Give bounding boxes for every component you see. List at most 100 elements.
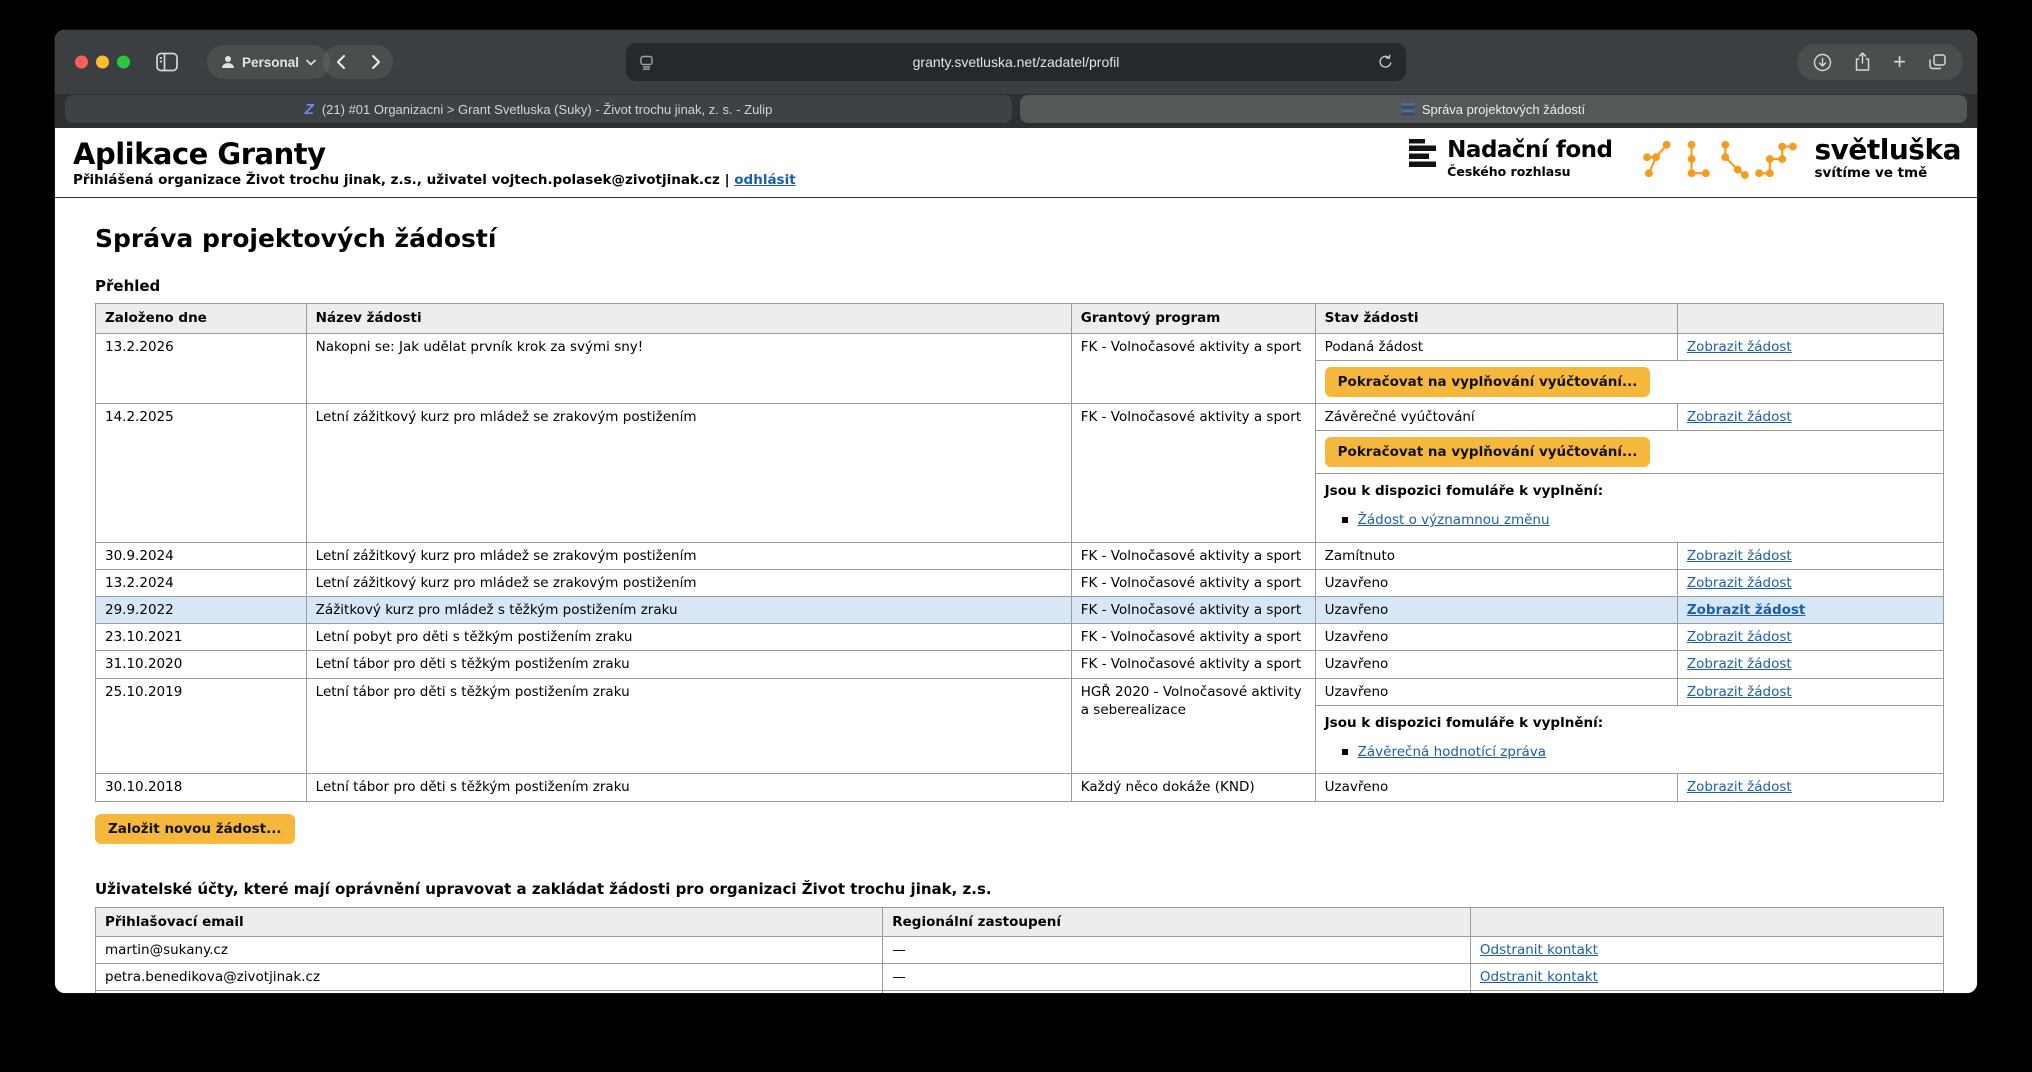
cell-program: FK - Volnočasové aktivity a sport xyxy=(1071,403,1315,542)
col-header-actions xyxy=(1470,907,1943,936)
profile-switcher[interactable]: Personal xyxy=(207,45,330,79)
users-section-heading: Uživatelské účty, které mají oprávnění u… xyxy=(95,880,1944,898)
back-icon[interactable] xyxy=(336,54,346,70)
cell-name: Letní pobyt pro děti s těžkým postižením… xyxy=(306,624,1071,651)
cell-date: 31.10.2020 xyxy=(96,651,307,678)
cell-email: vojtech.polasek@zivotjinak.cz xyxy=(96,991,883,993)
cell-status: Uzavřeno xyxy=(1315,569,1677,596)
page-settings-icon[interactable] xyxy=(639,55,654,70)
login-info-text: Přihlášená organizace Život trochu jinak… xyxy=(73,172,730,188)
table-row: 25.10.2019 Letní tábor pro děti s těžkým… xyxy=(96,678,1944,705)
app-header: Aplikace Granty Přihlášená organizace Ži… xyxy=(55,128,1977,198)
cro-logo: Nadační fond Českého rozhlasu xyxy=(1409,139,1612,179)
cell-forms: Jsou k dispozici fomuláře k vyplnění: Zá… xyxy=(1315,705,1943,773)
cell-status: Závěrečné vyúčtování xyxy=(1315,403,1677,430)
safari-window: Personal xyxy=(55,30,1977,993)
svetluska-logo-line2: svítíme ve tmě xyxy=(1814,165,1961,181)
applications-table-header-row: Založeno dne Název žádosti Grantový prog… xyxy=(96,304,1944,333)
tab-overview-icon[interactable] xyxy=(1928,53,1947,71)
cell-date: 30.10.2018 xyxy=(96,774,307,801)
view-application-link[interactable]: Zobrazit žádost xyxy=(1687,684,1792,700)
view-application-link[interactable]: Zobrazit žádost xyxy=(1687,602,1806,618)
close-window-button[interactable] xyxy=(75,56,88,69)
col-header-name: Název žádosti xyxy=(306,304,1071,333)
cell-date: 13.2.2024 xyxy=(96,569,307,596)
cell-name: Letní zážitkový kurz pro mládež se zrako… xyxy=(306,569,1071,596)
col-header-region: Regionální zastoupení xyxy=(883,907,1471,936)
cell-actions: Zobrazit žádost xyxy=(1677,678,1943,705)
cell-continue: Pokračovat na vyplňování vyúčtování... xyxy=(1315,431,1943,474)
share-icon[interactable] xyxy=(1854,52,1871,72)
table-row: martin@sukany.cz — Odstranit kontakt xyxy=(96,936,1944,963)
cell-date: 30.9.2024 xyxy=(96,542,307,569)
svetluska-constellation-icon xyxy=(1640,137,1800,181)
tab-title: Správa projektových žádostí xyxy=(1422,102,1585,117)
list-item: Žádost o významnou změnu xyxy=(1342,511,1934,529)
sidebar-toggle-icon[interactable] xyxy=(155,51,179,73)
table-row-highlighted: 29.9.2022 Zážitkový kurz pro mládež s tě… xyxy=(96,596,1944,623)
remove-contact-link[interactable]: Odstranit kontakt xyxy=(1480,969,1598,985)
table-row: 14.2.2025 Letní zážitkový kurz pro mláde… xyxy=(96,403,1944,430)
table-row: 23.10.2021 Letní pobyt pro děti s těžkým… xyxy=(96,624,1944,651)
continue-settlement-button[interactable]: Pokračovat na vyplňování vyúčtování... xyxy=(1325,437,1651,467)
new-application-button[interactable]: Založit novou žádost... xyxy=(95,814,295,844)
logout-link[interactable]: odhlásit xyxy=(734,172,795,188)
cell-date: 14.2.2025 xyxy=(96,403,307,542)
bullet-square-icon xyxy=(1342,517,1348,523)
new-tab-icon[interactable]: + xyxy=(1893,51,1906,73)
person-icon xyxy=(221,55,235,69)
view-application-link[interactable]: Zobrazit žádost xyxy=(1687,656,1792,672)
window-controls xyxy=(75,56,130,69)
col-header-email: Přihlašovací email xyxy=(96,907,883,936)
forms-available-label: Jsou k dispozici fomuláře k vyplnění: xyxy=(1325,714,1934,732)
address-bar[interactable]: granty.svetluska.net/zadatel/profil xyxy=(626,43,1406,81)
cell-name: Letní zážitkový kurz pro mládež se zrako… xyxy=(306,403,1071,542)
remove-contact-link[interactable]: Odstranit kontakt xyxy=(1480,942,1598,958)
cell-status: Zamítnuto xyxy=(1315,542,1677,569)
cell-status: Uzavřeno xyxy=(1315,596,1677,623)
cell-actions: Zobrazit žádost xyxy=(1677,774,1943,801)
form-link-final-report[interactable]: Závěrečná hodnotící zpráva xyxy=(1358,743,1546,761)
profile-label: Personal xyxy=(242,55,299,70)
cell-status: Uzavřeno xyxy=(1315,624,1677,651)
cell-actions: Zobrazit žádost xyxy=(1677,624,1943,651)
cell-name: Nakopni se: Jak udělat prvník krok za sv… xyxy=(306,333,1071,403)
tab-title: (21) #01 Organizacni > Grant Svetluska (… xyxy=(322,102,772,117)
cro-logo-line1: Nadační fond xyxy=(1447,139,1612,162)
main-area: Správa projektových žádostí Přehled Zalo… xyxy=(55,198,1977,993)
cell-program: HGŘ 2020 - Volnočasové aktivity a sebere… xyxy=(1071,678,1315,774)
cell-date: 23.10.2021 xyxy=(96,624,307,651)
table-row: 30.10.2018 Letní tábor pro děti s těžkým… xyxy=(96,774,1944,801)
cell-name: Letní tábor pro děti s těžkým postižením… xyxy=(306,651,1071,678)
cell-actions: Zobrazit žádost xyxy=(1677,651,1943,678)
cell-program: FK - Volnočasové aktivity a sport xyxy=(1071,569,1315,596)
zoom-window-button[interactable] xyxy=(117,56,130,69)
cell-forms: Jsou k dispozici fomuláře k vyplnění: Žá… xyxy=(1315,474,1943,542)
table-row: 30.9.2024 Letní zážitkový kurz pro mláde… xyxy=(96,542,1944,569)
nav-buttons xyxy=(323,45,393,79)
view-application-link[interactable]: Zobrazit žádost xyxy=(1687,548,1792,564)
toolbar-actions: + xyxy=(1797,44,1963,80)
view-application-link[interactable]: Zobrazit žádost xyxy=(1687,409,1792,425)
minimize-window-button[interactable] xyxy=(96,56,109,69)
chevron-down-icon xyxy=(306,59,316,66)
reload-icon[interactable] xyxy=(1378,54,1393,70)
page-title: Správa projektových žádostí xyxy=(95,224,1944,253)
forward-icon[interactable] xyxy=(371,54,381,70)
cell-region: — xyxy=(883,963,1471,990)
cell-program: FK - Volnočasové aktivity a sport xyxy=(1071,624,1315,651)
tab-granty-active[interactable]: Správa projektových žádostí xyxy=(1020,95,1967,123)
downloads-icon[interactable] xyxy=(1813,53,1832,72)
continue-settlement-button[interactable]: Pokračovat na vyplňování vyúčtování... xyxy=(1325,367,1651,397)
cell-continue: Pokračovat na vyplňování vyúčtování... xyxy=(1315,360,1943,403)
view-application-link[interactable]: Zobrazit žádost xyxy=(1687,779,1792,795)
cell-actions: Zobrazit žádost xyxy=(1677,596,1943,623)
view-application-link[interactable]: Zobrazit žádost xyxy=(1687,575,1792,591)
partner-logos: Nadační fond Českého rozhlasu xyxy=(1409,136,1961,181)
view-application-link[interactable]: Zobrazit žádost xyxy=(1687,339,1792,355)
forms-available-label: Jsou k dispozici fomuláře k vyplnění: xyxy=(1325,482,1934,500)
tab-zulip[interactable]: Z (21) #01 Organizacni > Grant Svetluska… xyxy=(65,95,1012,123)
cell-name: Letní tábor pro děti s těžkým postižením… xyxy=(306,774,1071,801)
view-application-link[interactable]: Zobrazit žádost xyxy=(1687,629,1792,645)
form-link-significant-change[interactable]: Žádost o významnou změnu xyxy=(1358,511,1550,529)
